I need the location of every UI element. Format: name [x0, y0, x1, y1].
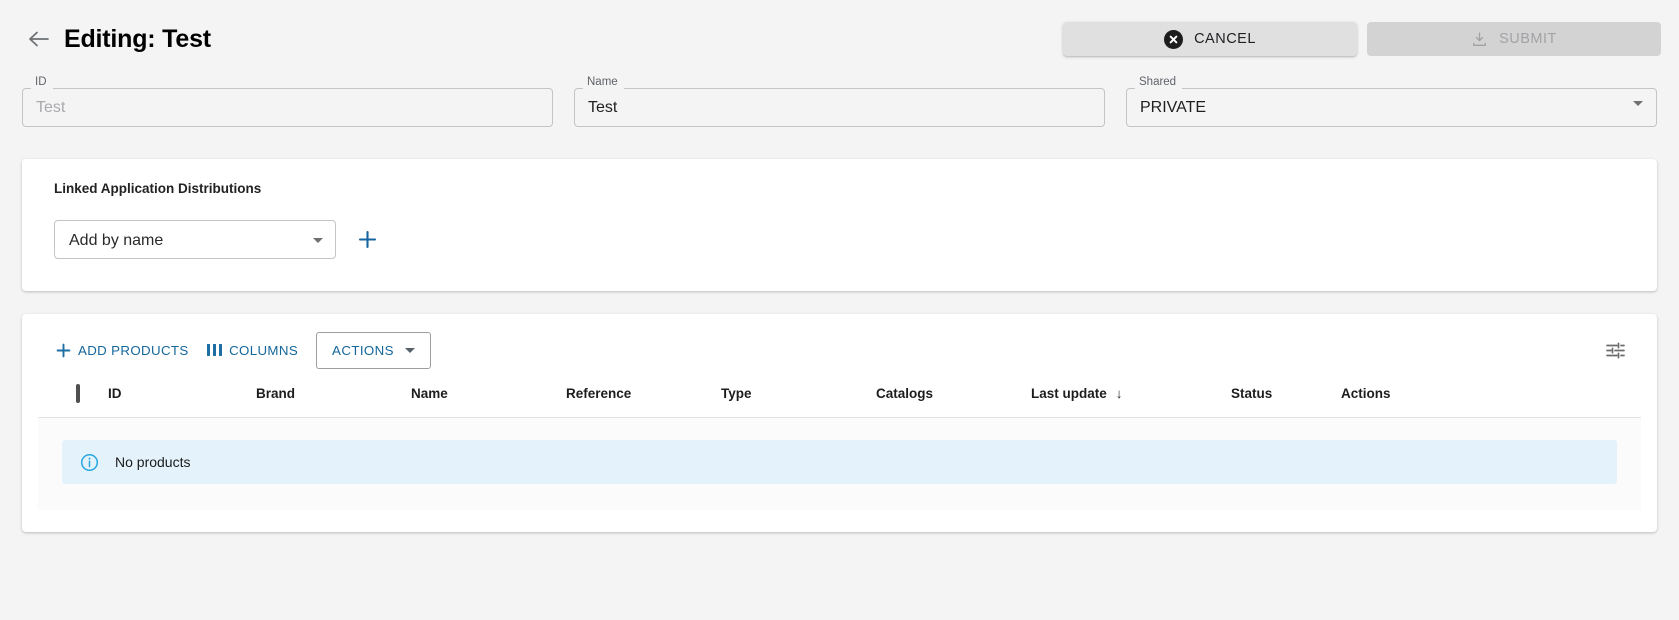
products-table: ID Brand Name Reference Type Catalogs La…: [38, 372, 1641, 418]
add-products-button[interactable]: ADD PRODUCTS: [54, 339, 191, 362]
column-header-actions: Actions: [1341, 372, 1641, 418]
column-header-status[interactable]: Status: [1231, 372, 1341, 418]
add-by-name-select[interactable]: Add by name: [54, 220, 336, 259]
column-header-last-update[interactable]: Last update ↓: [1031, 372, 1231, 418]
id-input[interactable]: [22, 83, 553, 127]
chevron-down-icon: [404, 347, 415, 353]
table-settings-button[interactable]: [1599, 334, 1631, 366]
id-field[interactable]: ID ID Test: [22, 76, 553, 127]
add-distribution-button[interactable]: [352, 225, 382, 255]
products-table-head: ID Brand Name Reference Type Catalogs La…: [38, 372, 1641, 418]
columns-button[interactable]: COLUMNS: [205, 339, 300, 362]
plus-icon: [358, 230, 376, 249]
linked-distributions-heading: Linked Application Distributions: [54, 181, 262, 196]
cancel-button-label: CANCEL: [1194, 31, 1256, 47]
form-row: ID ID Test Name Name Test Shared Shared …: [0, 76, 1679, 127]
back-arrow-icon[interactable]: [24, 24, 54, 54]
view-column-icon: [206, 344, 223, 356]
products-card: ADD PRODUCTS COLUMNS ACTIONS ID Brand Na…: [22, 314, 1657, 532]
page-header: Editing: Test CANCEL SUBMIT: [0, 0, 1679, 78]
columns-label: COLUMNS: [229, 342, 299, 358]
column-header-reference[interactable]: Reference: [566, 372, 721, 418]
select-all-header: [38, 372, 108, 418]
name-input[interactable]: [574, 83, 1105, 127]
actions-label: ACTIONS: [332, 342, 394, 358]
products-toolbar: ADD PRODUCTS COLUMNS ACTIONS: [38, 328, 1641, 372]
info-circle-icon: [80, 453, 99, 472]
select-all-checkbox[interactable]: [76, 384, 80, 403]
chevron-down-icon: [313, 238, 323, 243]
save-download-icon: [1471, 31, 1488, 48]
actions-button[interactable]: ACTIONS: [316, 331, 431, 369]
no-products-message: No products: [115, 454, 191, 470]
sort-descending-icon: ↓: [1115, 386, 1123, 401]
shared-select[interactable]: [1126, 83, 1657, 127]
column-header-id[interactable]: ID: [108, 372, 256, 418]
linked-distributions-card: Linked Application Distributions Add by …: [22, 159, 1657, 291]
column-header-type[interactable]: Type: [721, 372, 876, 418]
column-header-name[interactable]: Name: [411, 372, 566, 418]
add-by-name-value: Add by name: [69, 232, 164, 249]
page-title: Editing: Test: [64, 24, 211, 53]
tune-icon: [1605, 341, 1625, 359]
shared-field[interactable]: Shared Shared PRIVATE: [1126, 76, 1657, 127]
cancel-circle-icon: [1164, 29, 1184, 49]
cancel-button[interactable]: CANCEL: [1063, 22, 1357, 56]
products-table-body: No products: [38, 418, 1641, 510]
plus-icon: [56, 343, 71, 357]
column-header-catalogs[interactable]: Catalogs: [876, 372, 1031, 418]
submit-button[interactable]: SUBMIT: [1367, 22, 1661, 56]
column-header-brand[interactable]: Brand: [256, 372, 411, 418]
add-products-label: ADD PRODUCTS: [78, 342, 189, 358]
name-field[interactable]: Name Name Test: [574, 76, 1105, 127]
products-table-header-row: ID Brand Name Reference Type Catalogs La…: [38, 372, 1641, 418]
no-products-alert: No products: [62, 440, 1617, 484]
linked-distributions-controls: Add by name: [54, 220, 1641, 259]
column-header-last-update-label: Last update: [1031, 386, 1107, 401]
submit-button-label: SUBMIT: [1499, 31, 1557, 47]
